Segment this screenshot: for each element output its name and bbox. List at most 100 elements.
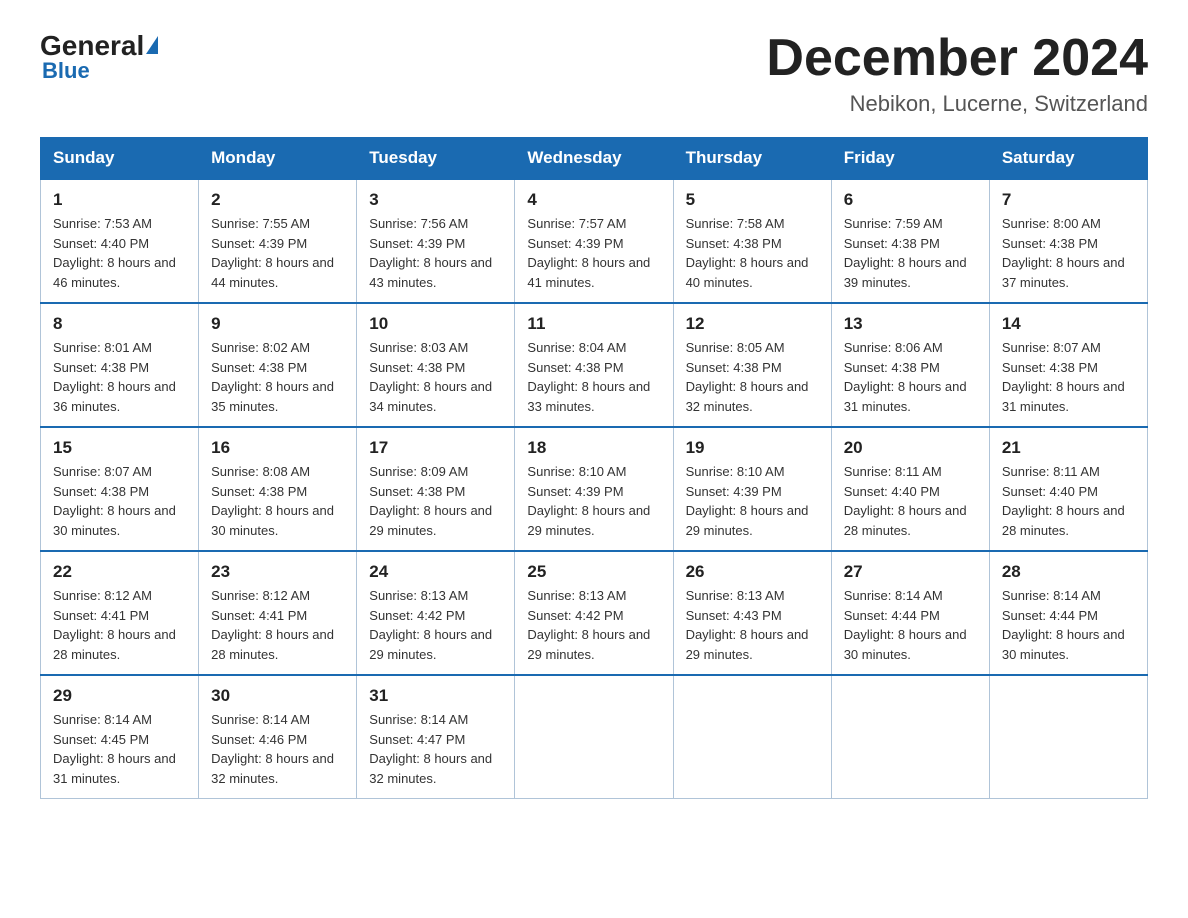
calendar-cell (831, 675, 989, 799)
calendar-cell: 14 Sunrise: 8:07 AMSunset: 4:38 PMDayligh… (989, 303, 1147, 427)
day-info: Sunrise: 8:03 AMSunset: 4:38 PMDaylight:… (369, 338, 502, 416)
day-info: Sunrise: 7:53 AMSunset: 4:40 PMDaylight:… (53, 214, 186, 292)
calendar-cell: 26Sunrise: 8:13 AMSunset: 4:43 PMDayligh… (673, 551, 831, 675)
day-info: Sunrise: 7:57 AMSunset: 4:39 PMDaylight:… (527, 214, 660, 292)
day-info: Sunrise: 8:07 AMSunset: 4:38 PMDaylight:… (1002, 338, 1135, 416)
day-number: 24 (369, 562, 502, 582)
day-info: Sunrise: 8:14 AMSunset: 4:44 PMDaylight:… (844, 586, 977, 664)
day-number: 18 (527, 438, 660, 458)
logo: General Blue (40, 30, 158, 84)
day-info: Sunrise: 8:14 AMSunset: 4:44 PMDaylight:… (1002, 586, 1135, 664)
day-info: Sunrise: 8:10 AMSunset: 4:39 PMDaylight:… (527, 462, 660, 540)
day-info: Sunrise: 8:01 AMSunset: 4:38 PMDaylight:… (53, 338, 186, 416)
calendar-cell: 25 Sunrise: 8:13 AMSunset: 4:42 PMDayligh… (515, 551, 673, 675)
day-number: 17 (369, 438, 502, 458)
logo-triangle-icon (146, 36, 158, 54)
day-number: 4 (527, 190, 660, 210)
calendar-week-2: 8 Sunrise: 8:01 AMSunset: 4:38 PMDaylight… (41, 303, 1148, 427)
day-info: Sunrise: 8:11 AMSunset: 4:40 PMDaylight:… (1002, 462, 1135, 540)
day-number: 13 (844, 314, 977, 334)
day-number: 23 (211, 562, 344, 582)
day-info: Sunrise: 8:10 AMSunset: 4:39 PMDaylight:… (686, 462, 819, 540)
calendar-cell: 15 Sunrise: 8:07 AMSunset: 4:38 PMDayligh… (41, 427, 199, 551)
day-number: 16 (211, 438, 344, 458)
calendar-cell: 13 Sunrise: 8:06 AMSunset: 4:38 PMDayligh… (831, 303, 989, 427)
day-info: Sunrise: 8:07 AMSunset: 4:38 PMDaylight:… (53, 462, 186, 540)
day-number: 12 (686, 314, 819, 334)
calendar-cell: 18 Sunrise: 8:10 AMSunset: 4:39 PMDayligh… (515, 427, 673, 551)
day-info: Sunrise: 8:00 AMSunset: 4:38 PMDaylight:… (1002, 214, 1135, 292)
calendar-week-1: 1 Sunrise: 7:53 AMSunset: 4:40 PMDaylight… (41, 179, 1148, 303)
calendar-header-row: Sunday Monday Tuesday Wednesday Thursday… (41, 138, 1148, 180)
calendar-cell: 28 Sunrise: 8:14 AMSunset: 4:44 PMDayligh… (989, 551, 1147, 675)
month-title: December 2024 (766, 30, 1148, 87)
day-info: Sunrise: 8:14 AMSunset: 4:45 PMDaylight:… (53, 710, 186, 788)
day-number: 28 (1002, 562, 1135, 582)
calendar-cell: 24 Sunrise: 8:13 AMSunset: 4:42 PMDayligh… (357, 551, 515, 675)
day-info: Sunrise: 7:59 AMSunset: 4:38 PMDaylight:… (844, 214, 977, 292)
day-number: 9 (211, 314, 344, 334)
col-thursday: Thursday (673, 138, 831, 180)
calendar-cell: 23 Sunrise: 8:12 AMSunset: 4:41 PMDayligh… (199, 551, 357, 675)
calendar-cell (989, 675, 1147, 799)
day-info: Sunrise: 7:55 AMSunset: 4:39 PMDaylight:… (211, 214, 344, 292)
day-info: Sunrise: 8:09 AMSunset: 4:38 PMDaylight:… (369, 462, 502, 540)
col-saturday: Saturday (989, 138, 1147, 180)
col-sunday: Sunday (41, 138, 199, 180)
col-monday: Monday (199, 138, 357, 180)
calendar-cell: 29 Sunrise: 8:14 AMSunset: 4:45 PMDayligh… (41, 675, 199, 799)
day-number: 3 (369, 190, 502, 210)
day-info: Sunrise: 8:13 AMSunset: 4:42 PMDaylight:… (527, 586, 660, 664)
day-number: 21 (1002, 438, 1135, 458)
calendar-cell: 2Sunrise: 7:55 AMSunset: 4:39 PMDaylight… (199, 179, 357, 303)
calendar-week-5: 29 Sunrise: 8:14 AMSunset: 4:45 PMDayligh… (41, 675, 1148, 799)
calendar-cell: 3 Sunrise: 7:56 AMSunset: 4:39 PMDaylight… (357, 179, 515, 303)
calendar-cell: 30 Sunrise: 8:14 AMSunset: 4:46 PMDayligh… (199, 675, 357, 799)
day-number: 8 (53, 314, 186, 334)
page-header: General Blue December 2024 Nebikon, Luce… (40, 30, 1148, 117)
day-number: 25 (527, 562, 660, 582)
day-number: 15 (53, 438, 186, 458)
day-number: 29 (53, 686, 186, 706)
day-info: Sunrise: 7:56 AMSunset: 4:39 PMDaylight:… (369, 214, 502, 292)
col-friday: Friday (831, 138, 989, 180)
calendar-cell: 5 Sunrise: 7:58 AMSunset: 4:38 PMDaylight… (673, 179, 831, 303)
calendar-cell: 4 Sunrise: 7:57 AMSunset: 4:39 PMDaylight… (515, 179, 673, 303)
calendar-cell: 16 Sunrise: 8:08 AMSunset: 4:38 PMDayligh… (199, 427, 357, 551)
calendar-cell (673, 675, 831, 799)
day-info: Sunrise: 7:58 AMSunset: 4:38 PMDaylight:… (686, 214, 819, 292)
day-info: Sunrise: 8:02 AMSunset: 4:38 PMDaylight:… (211, 338, 344, 416)
day-number: 31 (369, 686, 502, 706)
day-info: Sunrise: 8:12 AMSunset: 4:41 PMDaylight:… (211, 586, 344, 664)
day-info: Sunrise: 8:13 AMSunset: 4:43 PMDaylight:… (686, 586, 819, 664)
calendar-cell: 17 Sunrise: 8:09 AMSunset: 4:38 PMDayligh… (357, 427, 515, 551)
day-number: 20 (844, 438, 977, 458)
day-number: 6 (844, 190, 977, 210)
calendar-cell: 8 Sunrise: 8:01 AMSunset: 4:38 PMDaylight… (41, 303, 199, 427)
day-number: 22 (53, 562, 186, 582)
day-info: Sunrise: 8:12 AMSunset: 4:41 PMDaylight:… (53, 586, 186, 664)
day-info: Sunrise: 8:11 AMSunset: 4:40 PMDaylight:… (844, 462, 977, 540)
calendar-cell: 10 Sunrise: 8:03 AMSunset: 4:38 PMDayligh… (357, 303, 515, 427)
day-info: Sunrise: 8:13 AMSunset: 4:42 PMDaylight:… (369, 586, 502, 664)
calendar-table: Sunday Monday Tuesday Wednesday Thursday… (40, 137, 1148, 799)
title-section: December 2024 Nebikon, Lucerne, Switzerl… (766, 30, 1148, 117)
calendar-cell: 6 Sunrise: 7:59 AMSunset: 4:38 PMDaylight… (831, 179, 989, 303)
day-info: Sunrise: 8:14 AMSunset: 4:46 PMDaylight:… (211, 710, 344, 788)
calendar-cell: 1 Sunrise: 7:53 AMSunset: 4:40 PMDaylight… (41, 179, 199, 303)
day-info: Sunrise: 8:04 AMSunset: 4:38 PMDaylight:… (527, 338, 660, 416)
day-info: Sunrise: 8:06 AMSunset: 4:38 PMDaylight:… (844, 338, 977, 416)
day-number: 1 (53, 190, 186, 210)
day-number: 10 (369, 314, 502, 334)
calendar-cell: 12 Sunrise: 8:05 AMSunset: 4:38 PMDayligh… (673, 303, 831, 427)
day-number: 14 (1002, 314, 1135, 334)
day-number: 5 (686, 190, 819, 210)
location-title: Nebikon, Lucerne, Switzerland (766, 91, 1148, 117)
day-info: Sunrise: 8:08 AMSunset: 4:38 PMDaylight:… (211, 462, 344, 540)
day-number: 30 (211, 686, 344, 706)
day-number: 27 (844, 562, 977, 582)
calendar-week-4: 22 Sunrise: 8:12 AMSunset: 4:41 PMDayligh… (41, 551, 1148, 675)
calendar-cell: 9 Sunrise: 8:02 AMSunset: 4:38 PMDaylight… (199, 303, 357, 427)
logo-subtitle: Blue (42, 58, 90, 84)
day-info: Sunrise: 8:05 AMSunset: 4:38 PMDaylight:… (686, 338, 819, 416)
